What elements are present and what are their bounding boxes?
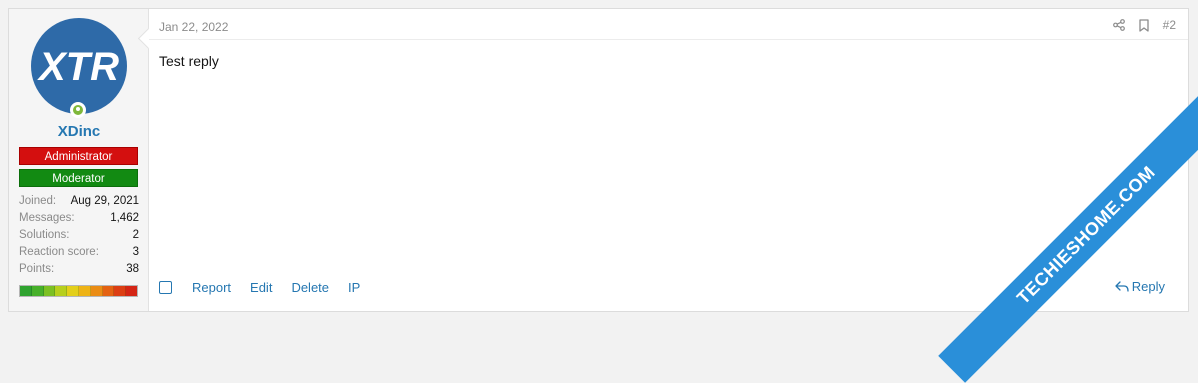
share-icon[interactable] [1112,19,1125,31]
stat-value: Aug 29, 2021 [70,195,139,207]
user-sidebar: XTR XDinc Administrator Moderator Joined… [9,9,149,311]
administrator-banner: Administrator [19,147,138,165]
trophy-progress-bar [19,285,138,297]
delete-link[interactable]: Delete [291,280,329,295]
reply-button[interactable]: Reply [1115,279,1165,294]
stat-label: Solutions: [19,229,70,241]
avatar-logo: XTR [37,45,119,89]
username[interactable]: XDinc [9,123,149,140]
reply-icon [1115,280,1129,292]
post-date[interactable]: Jan 22, 2022 [159,20,228,34]
reply-label: Reply [1131,279,1165,294]
stat-label: Points: [19,263,55,275]
ip-link[interactable]: IP [348,280,360,295]
online-status-icon [70,102,86,118]
message-post: XTR XDinc Administrator Moderator Joined… [8,8,1189,312]
stat-label: Reaction score: [19,246,99,258]
stat-value: 38 [126,263,139,275]
header-actions: #2 [1112,18,1176,32]
select-checkbox[interactable] [159,281,172,294]
stat-value: 1,462 [110,212,139,224]
stat-messages: Messages: 1,462 [19,210,139,227]
post-body: Test reply [159,53,219,69]
post-actions: Report Edit Delete IP [159,280,379,295]
stat-reaction-score: Reaction score: 3 [19,244,139,261]
stat-joined: Joined: Aug 29, 2021 [19,193,139,210]
stat-label: Messages: [19,212,75,224]
user-stats: Joined: Aug 29, 2021 Messages: 1,462 Sol… [19,193,139,278]
message-header: Jan 22, 2022 #2 [149,9,1188,40]
post-number[interactable]: #2 [1163,18,1176,32]
moderator-banner: Moderator [19,169,138,187]
edit-link[interactable]: Edit [250,280,272,295]
stat-label: Joined: [19,195,57,207]
stat-solutions: Solutions: 2 [19,227,139,244]
report-link[interactable]: Report [192,280,231,295]
avatar-text: XTR [37,45,119,89]
avatar[interactable]: XTR [31,18,127,114]
stat-value: 3 [132,246,139,258]
stat-points: Points: 38 [19,261,139,278]
bookmark-icon[interactable] [1138,18,1149,32]
stat-value: 2 [132,229,139,241]
